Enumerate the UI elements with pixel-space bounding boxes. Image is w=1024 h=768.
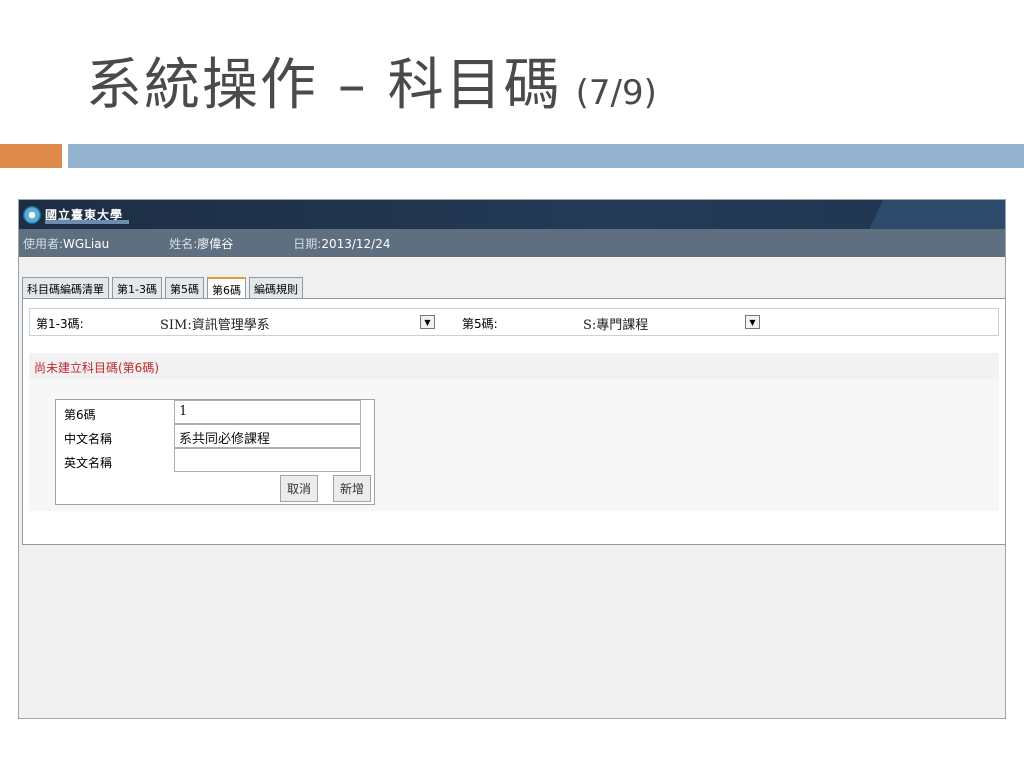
header-decoration [825,200,1005,229]
tab-code-5[interactable]: 第5碼 [164,277,204,298]
tab-coding-rules[interactable]: 編碼規則 [248,277,303,298]
add-button[interactable]: 新增 [333,475,371,502]
code-6-input[interactable]: 1 [174,400,361,424]
zh-name-input[interactable]: 系共同必修課程 [174,424,361,448]
code-1-3-label: 第1-3碼: [36,317,84,331]
slide-page-indicator: (7/9) [575,73,657,113]
app-window: 國立臺東大學 使用者:WGLiau 姓名:廖偉谷 日期:2013/12/24 科… [18,199,1006,719]
university-logo-icon [23,205,41,224]
code-5-label: 第5碼: [462,317,498,331]
code-1-3-dropdown-icon[interactable]: ▼ [420,315,435,329]
tab-code-list[interactable]: 科目碼編碼清單 [22,277,109,298]
form-area: 第6碼 1 中文名稱 系共同必修課程 英文名稱 取消 新增 [29,379,999,511]
tab-code-1-3[interactable]: 第1-3碼 [112,277,162,298]
slide-title: 系統操作 – 科目碼 (7/9) [86,40,657,120]
en-name-input[interactable] [174,448,361,472]
accent-bar-blue [68,144,1024,168]
date-info: 日期:2013/12/24 [293,236,391,251]
new-code-form: 第6碼 1 中文名稱 系共同必修課程 英文名稱 取消 新增 [55,399,375,505]
university-logo-text: 國立臺東大學 [45,206,129,224]
en-name-label: 英文名稱 [64,456,113,470]
cancel-button[interactable]: 取消 [280,475,318,502]
filter-row: 第1-3碼: SIM:資訊管理學系 ▼ 第5碼: S:專門課程 ▼ [29,308,999,336]
user-info: 使用者:WGLiau [23,236,110,251]
code-5-dropdown-icon[interactable]: ▼ [745,315,760,329]
code-1-3-select[interactable]: SIM:資訊管理學系 [160,314,270,333]
code-6-label: 第6碼 [64,408,96,422]
zh-name-label: 中文名稱 [64,432,113,446]
tab-code-6[interactable]: 第6碼 [206,277,246,299]
status-notice: 尚未建立科目碼(第6碼) [29,353,999,379]
tab-bar: 科目碼編碼清單 第1-3碼 第5碼 第6碼 編碼規則 [22,277,303,299]
code-5-select[interactable]: S:專門課程 [583,314,648,333]
user-info-bar: 使用者:WGLiau 姓名:廖偉谷 日期:2013/12/24 [19,229,1005,257]
tab-panel: 第1-3碼: SIM:資訊管理學系 ▼ 第5碼: S:專門課程 ▼ 尚未建立科目… [22,298,1005,545]
name-info: 姓名:廖偉谷 [169,236,234,251]
app-header: 國立臺東大學 [19,200,1005,229]
slide-title-text: 系統操作 – 科目碼 [86,53,562,118]
logo-banner-icon [45,220,129,224]
accent-bar-orange [0,144,62,168]
